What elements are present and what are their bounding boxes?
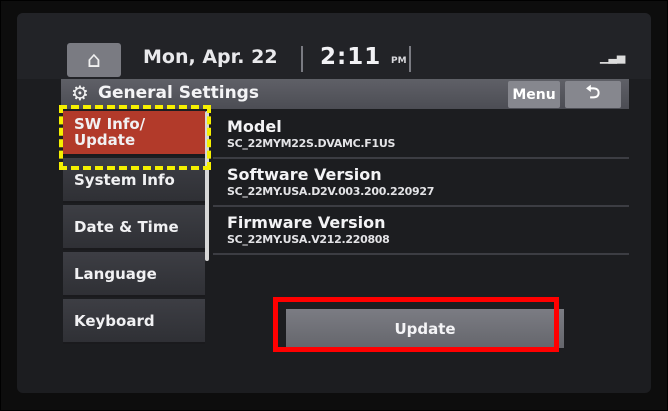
- photo-frame: ⌂ Mon, Apr. 22 2:11 PM ▁▃▅ ⚙ General Set…: [0, 0, 668, 411]
- info-row-model: Model SC_22MYM22S.DVAMC.F1US: [213, 111, 629, 159]
- status-bar: ⌂ Mon, Apr. 22 2:11 PM ▁▃▅: [17, 13, 651, 79]
- sidebar-item-date-time[interactable]: Date & Time: [63, 205, 205, 250]
- status-time: 2:11: [320, 44, 382, 70]
- signal-bars-icon: ▁▃▅: [600, 51, 626, 64]
- home-icon: ⌂: [87, 47, 101, 73]
- row-value: SC_22MYM22S.DVAMC.F1US: [227, 137, 396, 150]
- sidebar-item-keyboard[interactable]: Keyboard: [63, 299, 205, 344]
- back-arrow-icon: ⮌: [585, 81, 601, 103]
- row-title: Software Version: [227, 165, 382, 184]
- row-value: SC_22MY.USA.V212.220808: [227, 233, 390, 246]
- dashed-highlight-box: [59, 105, 211, 170]
- back-button[interactable]: ⮌: [565, 81, 621, 108]
- status-divider: [409, 46, 411, 72]
- home-button[interactable]: ⌂: [67, 43, 121, 77]
- status-ampm: PM: [391, 56, 407, 66]
- status-date: Mon, Apr. 22: [143, 46, 278, 68]
- info-row-software-version: Software Version SC_22MY.USA.D2V.003.200…: [213, 159, 629, 207]
- status-divider: [301, 46, 303, 72]
- sidebar-item-language[interactable]: Language: [63, 252, 205, 297]
- info-row-firmware-version: Firmware Version SC_22MY.USA.V212.220808: [213, 207, 629, 255]
- solid-highlight-box: [273, 297, 559, 352]
- gear-icon: ⚙: [71, 81, 89, 105]
- row-value: SC_22MY.USA.D2V.003.200.220927: [227, 185, 435, 198]
- page-title: General Settings: [98, 83, 259, 103]
- row-title: Firmware Version: [227, 213, 386, 232]
- menu-button[interactable]: Menu: [508, 81, 560, 108]
- row-title: Model: [227, 117, 282, 136]
